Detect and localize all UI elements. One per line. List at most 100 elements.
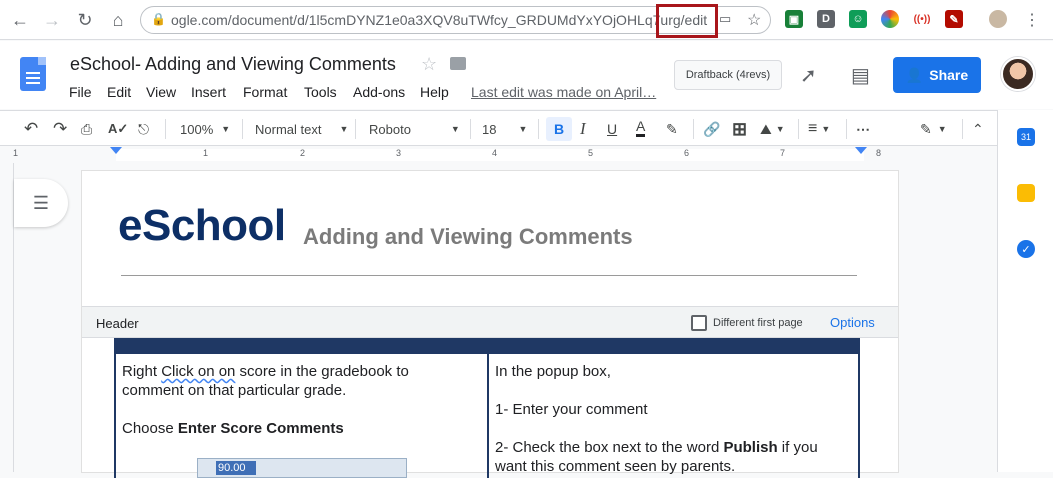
style-select[interactable]: Normal text ▼ [255, 117, 348, 141]
document-outline-icon[interactable]: ☰ [14, 179, 68, 227]
back-arrow-icon[interactable]: ← [8, 8, 32, 32]
text-segment: Right [122, 363, 162, 380]
font-select[interactable]: Roboto ▼ [369, 117, 460, 141]
toolbar-divider [470, 119, 471, 139]
different-first-page-checkbox[interactable] [691, 315, 707, 331]
chevron-down-icon: ▼ [775, 124, 785, 134]
ruler-number: 2 [300, 148, 306, 158]
bold-button[interactable]: B [546, 117, 572, 141]
google-classroom-icon[interactable]: ▣ [785, 10, 803, 28]
font-size-select[interactable]: 18 ▼ [482, 117, 527, 141]
left-indent-marker[interactable] [110, 147, 122, 154]
menu-insert[interactable]: Insert [191, 84, 226, 100]
text-bold: Enter Score Comments [177, 420, 344, 437]
print-icon[interactable]: ⎙ [81, 117, 92, 141]
menu-addons[interactable]: Add-ons [353, 84, 405, 100]
home-icon[interactable]: ⌂ [106, 8, 130, 32]
ruler-number: 5 [588, 148, 594, 158]
italic-button[interactable]: I [580, 117, 586, 141]
more-options-icon[interactable]: ⋯ [856, 117, 870, 141]
paint-format-icon[interactable]: ⎋ [138, 117, 149, 141]
font-size-value: 18 [482, 121, 497, 137]
ruler-number: 8 [876, 148, 882, 158]
last-edit-link[interactable]: Last edit was made on April… [471, 84, 656, 100]
forward-arrow-icon[interactable]: → [40, 8, 64, 32]
menu-help[interactable]: Help [420, 84, 449, 100]
link-icon[interactable]: 🔗 [703, 117, 720, 141]
browser-toolbar: ← → ↻ ⌂ 🔒 ogle.com/document/d/1l5cmDYNZ1… [0, 0, 1053, 40]
ruler-number: 3 [396, 148, 402, 158]
right-cell-line-1: In the popup box, [495, 363, 611, 380]
underline-button[interactable]: U [607, 117, 617, 141]
docs-logo-icon[interactable] [20, 57, 46, 91]
person-add-icon: 👤 [905, 66, 924, 83]
star-icon[interactable]: ☆ [421, 54, 437, 75]
menu-view[interactable]: View [146, 84, 176, 100]
style-value: Normal text [255, 121, 322, 137]
activity-trend-icon[interactable]: ➚ [800, 63, 817, 88]
vertical-ruler[interactable] [0, 163, 14, 472]
cast-tab-icon[interactable]: ▭ [719, 11, 731, 27]
d-extension-icon[interactable]: D [817, 10, 835, 28]
content-table[interactable]: Right Click on on score in the gradebook… [114, 338, 860, 478]
draftback-button[interactable]: Draftback (4revs) [674, 60, 782, 90]
bookmark-star-icon[interactable]: ☆ [747, 10, 761, 30]
calendar-icon[interactable]: 31 [1017, 128, 1035, 146]
zoom-select[interactable]: 100% ▼ [180, 117, 230, 141]
collapse-icon[interactable]: ⌃ [972, 117, 984, 141]
redo-icon[interactable]: ↷ [53, 117, 67, 141]
zoom-value: 100% [180, 121, 214, 137]
header-options-link[interactable]: Options [830, 315, 875, 330]
toolbar-divider [355, 119, 356, 139]
add-comment-icon[interactable]: ⊞ [732, 117, 747, 141]
keep-icon[interactable] [1017, 184, 1035, 202]
menu-file[interactable]: File [69, 84, 92, 100]
editing-mode-icon[interactable]: ✎ ▼ [920, 117, 947, 141]
color-wheel-icon[interactable] [881, 10, 899, 28]
horizontal-rule [121, 275, 857, 276]
ruler-number: 1 [203, 148, 209, 158]
align-icon[interactable]: ≡ ▼ [808, 117, 830, 141]
left-cell-line-2: comment on that particular grade. [122, 382, 347, 399]
folder-icon[interactable] [450, 57, 466, 70]
menu-edit[interactable]: Edit [107, 84, 131, 100]
horizontal-ruler[interactable]: 1 1 2 3 4 5 6 7 8 [0, 147, 997, 163]
menu-format[interactable]: Format [243, 84, 287, 100]
menu-tools[interactable]: Tools [304, 84, 337, 100]
toolbar-divider [846, 119, 847, 139]
gradebook-screenshot-image: 90.00 [197, 458, 407, 478]
undo-icon[interactable]: ↶ [24, 117, 38, 141]
avatar[interactable] [1001, 57, 1035, 91]
page-subtitle: Adding and Viewing Comments [303, 224, 633, 249]
url-text: ogle.com/document/d/1l5cmDYNZ1e0a3XQV8uT… [171, 12, 708, 28]
toolbar-divider [165, 119, 166, 139]
text-color-button[interactable]: A [636, 117, 646, 137]
toolbar-divider [798, 119, 799, 139]
different-first-page-label: Different first page [713, 317, 803, 329]
right-indent-marker[interactable] [855, 147, 867, 154]
spellcheck-icon[interactable]: A✓ [108, 117, 128, 141]
more-vert-icon[interactable]: ⋮ [1020, 8, 1044, 32]
comment-icon[interactable]: ▤ [851, 63, 870, 88]
document-title[interactable]: eSchool- Adding and Viewing Comments [70, 54, 396, 75]
text-segment: Choose [122, 420, 178, 437]
profile-icon[interactable] [989, 10, 1007, 28]
gradebook-icon[interactable]: ☺ [849, 10, 867, 28]
insert-image-icon[interactable]: ⛰ ▼ [760, 117, 785, 141]
reload-icon[interactable]: ↻ [73, 8, 97, 32]
text-segment: score in the gradebook to [235, 363, 409, 380]
share-button[interactable]: 👤 Share [893, 57, 981, 93]
highlight-pen-icon[interactable]: ✎ [666, 117, 678, 141]
spelling-suggestion[interactable]: Click on on [161, 363, 235, 380]
header-label: Header [96, 316, 139, 331]
chevron-down-icon: ▼ [450, 124, 460, 134]
chevron-down-icon: ▼ [339, 124, 349, 134]
toolbar-divider [538, 119, 539, 139]
side-panel: 31 ✓ [997, 110, 1053, 472]
toolbar-divider [693, 119, 694, 139]
right-cell-line-4: want this comment seen by parents. [495, 458, 736, 475]
cast-icon[interactable]: ((•)) [913, 10, 931, 28]
tasks-icon[interactable]: ✓ [1017, 240, 1035, 258]
ruler-bar [116, 149, 864, 161]
pdf-icon[interactable]: ✎ [945, 10, 963, 28]
